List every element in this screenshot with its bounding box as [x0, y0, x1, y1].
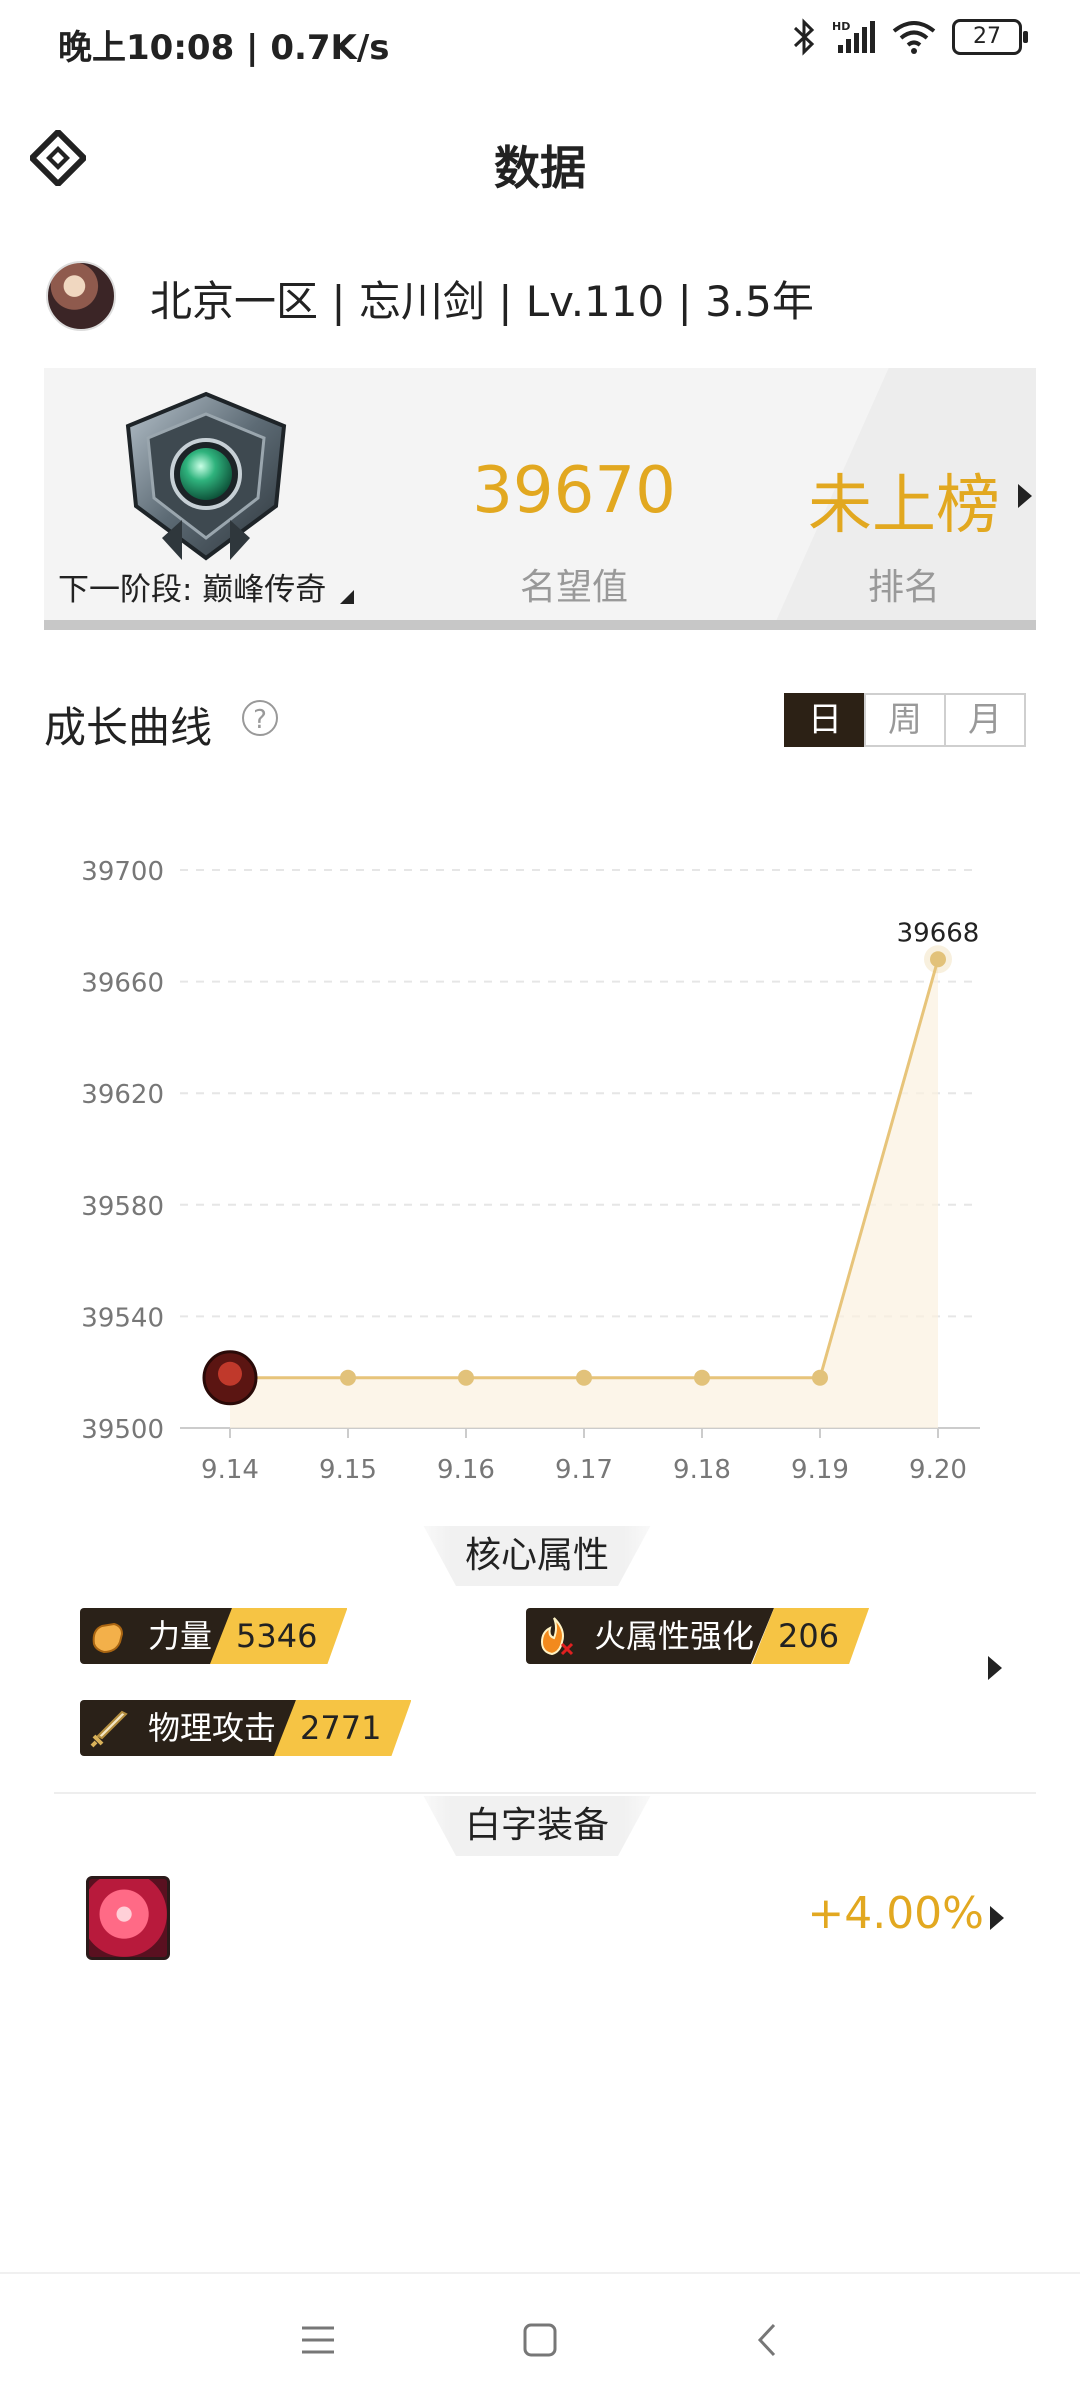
white-equipment-title: 白字装备: [423, 1796, 651, 1856]
attribute-name: 火属性强化: [582, 1608, 775, 1664]
status-time-speed: 晚上10:08 | 0.7K/s: [58, 28, 390, 68]
tab-day[interactable]: 日: [784, 693, 866, 747]
x-tick-label: 9.18: [673, 1455, 731, 1485]
back-icon[interactable]: [754, 2322, 780, 2358]
chevron-right-icon[interactable]: [990, 1906, 1004, 1930]
data-point: [694, 1369, 710, 1386]
rank-label: 排名: [867, 567, 940, 608]
wifi-icon: [892, 21, 936, 54]
svg-text:HD: HD: [832, 20, 850, 33]
fire-element-icon: [526, 1608, 582, 1664]
tab-week[interactable]: 周: [864, 693, 946, 747]
profile-info: 北京一区 | 忘川剑 | Lv.110 | 3.5年: [150, 277, 814, 326]
card-bottom-bar: [44, 620, 1036, 630]
rank-badge-icon: [125, 391, 287, 561]
series-area: [230, 959, 938, 1428]
sword-icon: [80, 1700, 136, 1756]
period-tabs: 日 周 月: [784, 693, 1026, 747]
red-gem-icon[interactable]: [86, 1876, 170, 1960]
help-icon[interactable]: ?: [242, 700, 278, 736]
x-tick-label: 9.16: [437, 1455, 495, 1485]
data-point: [930, 951, 946, 968]
hd-signal-icon: HD: [832, 20, 875, 53]
avatar[interactable]: [46, 261, 116, 331]
x-tick-label: 9.14: [201, 1455, 259, 1485]
white-equipment-value[interactable]: +4.00%: [807, 1888, 984, 1939]
attribute-name: 物理攻击: [136, 1700, 297, 1756]
y-tick-label: 39620: [81, 1080, 164, 1110]
attribute-value: 5346: [210, 1608, 347, 1664]
corner-arrow-icon: [340, 590, 354, 604]
core-attributes-title: 核心属性: [423, 1526, 651, 1586]
start-avatar-face: [218, 1361, 242, 1386]
data-point: [812, 1369, 828, 1386]
x-tick-label: 9.20: [909, 1455, 967, 1485]
y-tick-label: 39540: [81, 1303, 164, 1333]
attribute-physical-attack[interactable]: 物理攻击 2771: [80, 1700, 411, 1756]
attribute-strength[interactable]: 力量 5346: [80, 1608, 347, 1664]
tab-month[interactable]: 月: [944, 693, 1026, 747]
data-point: [576, 1369, 592, 1386]
series-line: [230, 958, 940, 1380]
last-value-label: 39668: [897, 918, 980, 948]
fame-label: 名望值: [519, 567, 628, 608]
chevron-right-icon[interactable]: [1018, 484, 1032, 508]
rank-card[interactable]: 下一阶段: 巅峰传奇 39670 名望值 未上榜 排名: [44, 368, 1036, 630]
menu-icon[interactable]: [300, 2324, 336, 2356]
section-divider: [54, 1792, 1036, 1794]
x-tick-label: 9.19: [791, 1455, 849, 1485]
y-tick-label: 39580: [81, 1192, 164, 1222]
attributes-expand-arrow-icon[interactable]: [988, 1656, 1002, 1680]
rank-value: 未上榜: [808, 469, 1000, 543]
system-nav-bar: [0, 2272, 1080, 2402]
battery-icon: 27: [952, 19, 1028, 55]
status-icons: HD 27: [792, 18, 1028, 56]
page-title: 数据: [494, 141, 586, 195]
strength-fist-icon: [80, 1608, 136, 1664]
x-tick-label: 9.15: [319, 1455, 377, 1485]
y-tick-label: 39500: [81, 1415, 164, 1445]
attribute-value: 2771: [274, 1700, 411, 1756]
data-point: [458, 1369, 474, 1386]
growth-chart: 39700 39660 39620 39580 39540 39500 9.14 9.15 9.…: [81, 857, 980, 1485]
fame-value: 39670: [472, 454, 676, 528]
x-tick-label: 9.17: [555, 1455, 613, 1485]
bluetooth-icon: [793, 18, 815, 56]
attribute-fire-enhance[interactable]: 火属性强化 206: [526, 1608, 869, 1664]
home-icon[interactable]: [522, 2322, 558, 2358]
growth-curve-title: 成长曲线: [44, 703, 213, 752]
data-point: [340, 1369, 356, 1386]
y-tick-label: 39660: [81, 969, 164, 999]
next-stage-label[interactable]: 下一阶段: 巅峰传奇: [58, 564, 326, 609]
y-tick-label: 39700: [81, 857, 164, 887]
